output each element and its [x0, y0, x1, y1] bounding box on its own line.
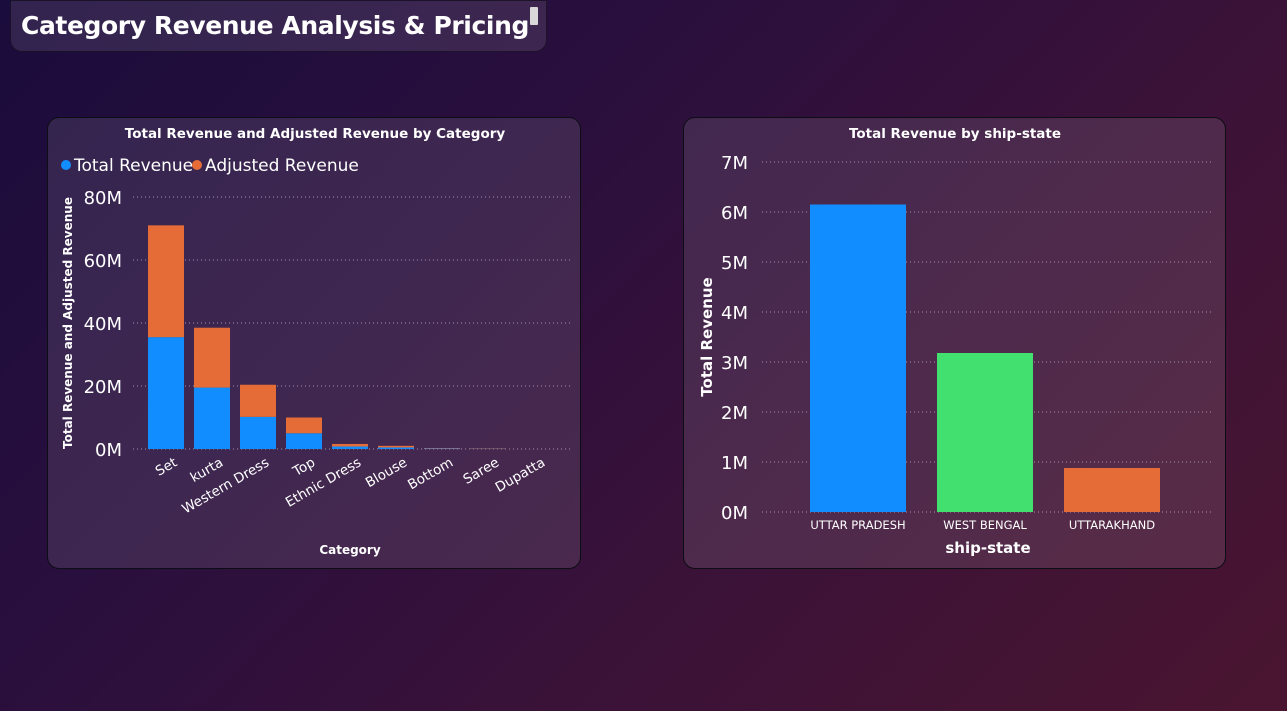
y-tick-label: 60M: [84, 251, 122, 272]
bar[interactable]: [937, 353, 1033, 512]
bar-segment[interactable]: [148, 225, 184, 338]
category-revenue-card[interactable]: Total Revenue and Adjusted Revenue by Ca…: [47, 117, 581, 569]
x-tick-label: Set: [153, 455, 180, 480]
bar-segment[interactable]: [332, 446, 368, 449]
x-axis-title: ship-state: [945, 539, 1030, 557]
legend-label[interactable]: Total Revenue: [73, 156, 193, 176]
bar-segment[interactable]: [378, 447, 414, 449]
bar-segment[interactable]: [286, 433, 322, 449]
bar[interactable]: [1064, 468, 1160, 512]
state-revenue-card[interactable]: Total Revenue by ship-state 0M 1M 2M 3M 4M 5M 6…: [683, 117, 1226, 569]
bar[interactable]: [810, 204, 906, 513]
bar-segment[interactable]: [332, 443, 368, 447]
bar-segment[interactable]: [240, 384, 276, 417]
legend-label[interactable]: Adjusted Revenue: [205, 156, 359, 176]
x-tick-label: Top: [289, 455, 318, 481]
y-tick-label: 20M: [84, 377, 122, 398]
legend-marker: [192, 160, 202, 170]
scroll-handle[interactable]: [530, 7, 538, 25]
y-tick-label: 5M: [721, 253, 748, 274]
x-axis-title: Category: [319, 543, 381, 557]
bar-segment[interactable]: [148, 337, 184, 449]
y-tick-label: 1M: [721, 453, 748, 474]
page-title-box: Category Revenue Analysis & Pricing: [10, 0, 547, 52]
y-tick-label: 0M: [721, 503, 748, 524]
y-tick-label: 0M: [95, 440, 122, 461]
chart-title: Total Revenue by ship-state: [849, 126, 1061, 142]
y-tick-label: 80M: [84, 188, 122, 209]
x-tick-label: Blouse: [363, 455, 410, 491]
legend-marker: [61, 160, 71, 170]
y-tick-label: 7M: [721, 153, 748, 174]
x-tick-label: Western Dress: [179, 455, 272, 518]
y-tick-label: 4M: [721, 303, 748, 324]
bar-segment[interactable]: [194, 387, 230, 449]
bar-segment[interactable]: [378, 445, 414, 448]
category-revenue-chart: Total Revenue and Adjusted Revenue by Ca…: [61, 126, 570, 557]
state-revenue-chart: Total Revenue by ship-state 0M 1M 2M 3M 4M 5M 6…: [698, 126, 1214, 557]
y-axis-title: Total Revenue and Adjusted Revenue: [61, 197, 75, 449]
x-tick-label: WEST BENGAL: [943, 518, 1027, 532]
y-tick-label: 6M: [721, 203, 748, 224]
x-tick-label: UTTAR PRADESH: [810, 518, 905, 532]
chart-title: Total Revenue and Adjusted Revenue by Ca…: [125, 126, 506, 142]
x-tick-label: Bottom: [405, 455, 456, 494]
x-tick-label: Dupatta: [493, 455, 548, 496]
x-tick-label: UTTARAKHAND: [1069, 518, 1155, 532]
y-tick-label: 3M: [721, 353, 748, 374]
bar-segment[interactable]: [240, 416, 276, 449]
bar-segment[interactable]: [194, 327, 230, 388]
bar-segment[interactable]: [286, 417, 322, 434]
y-axis-title: Total Revenue: [698, 277, 716, 396]
page-title: Category Revenue Analysis & Pricing: [21, 11, 529, 40]
y-tick-label: 2M: [721, 403, 748, 424]
y-tick-label: 40M: [84, 314, 122, 335]
